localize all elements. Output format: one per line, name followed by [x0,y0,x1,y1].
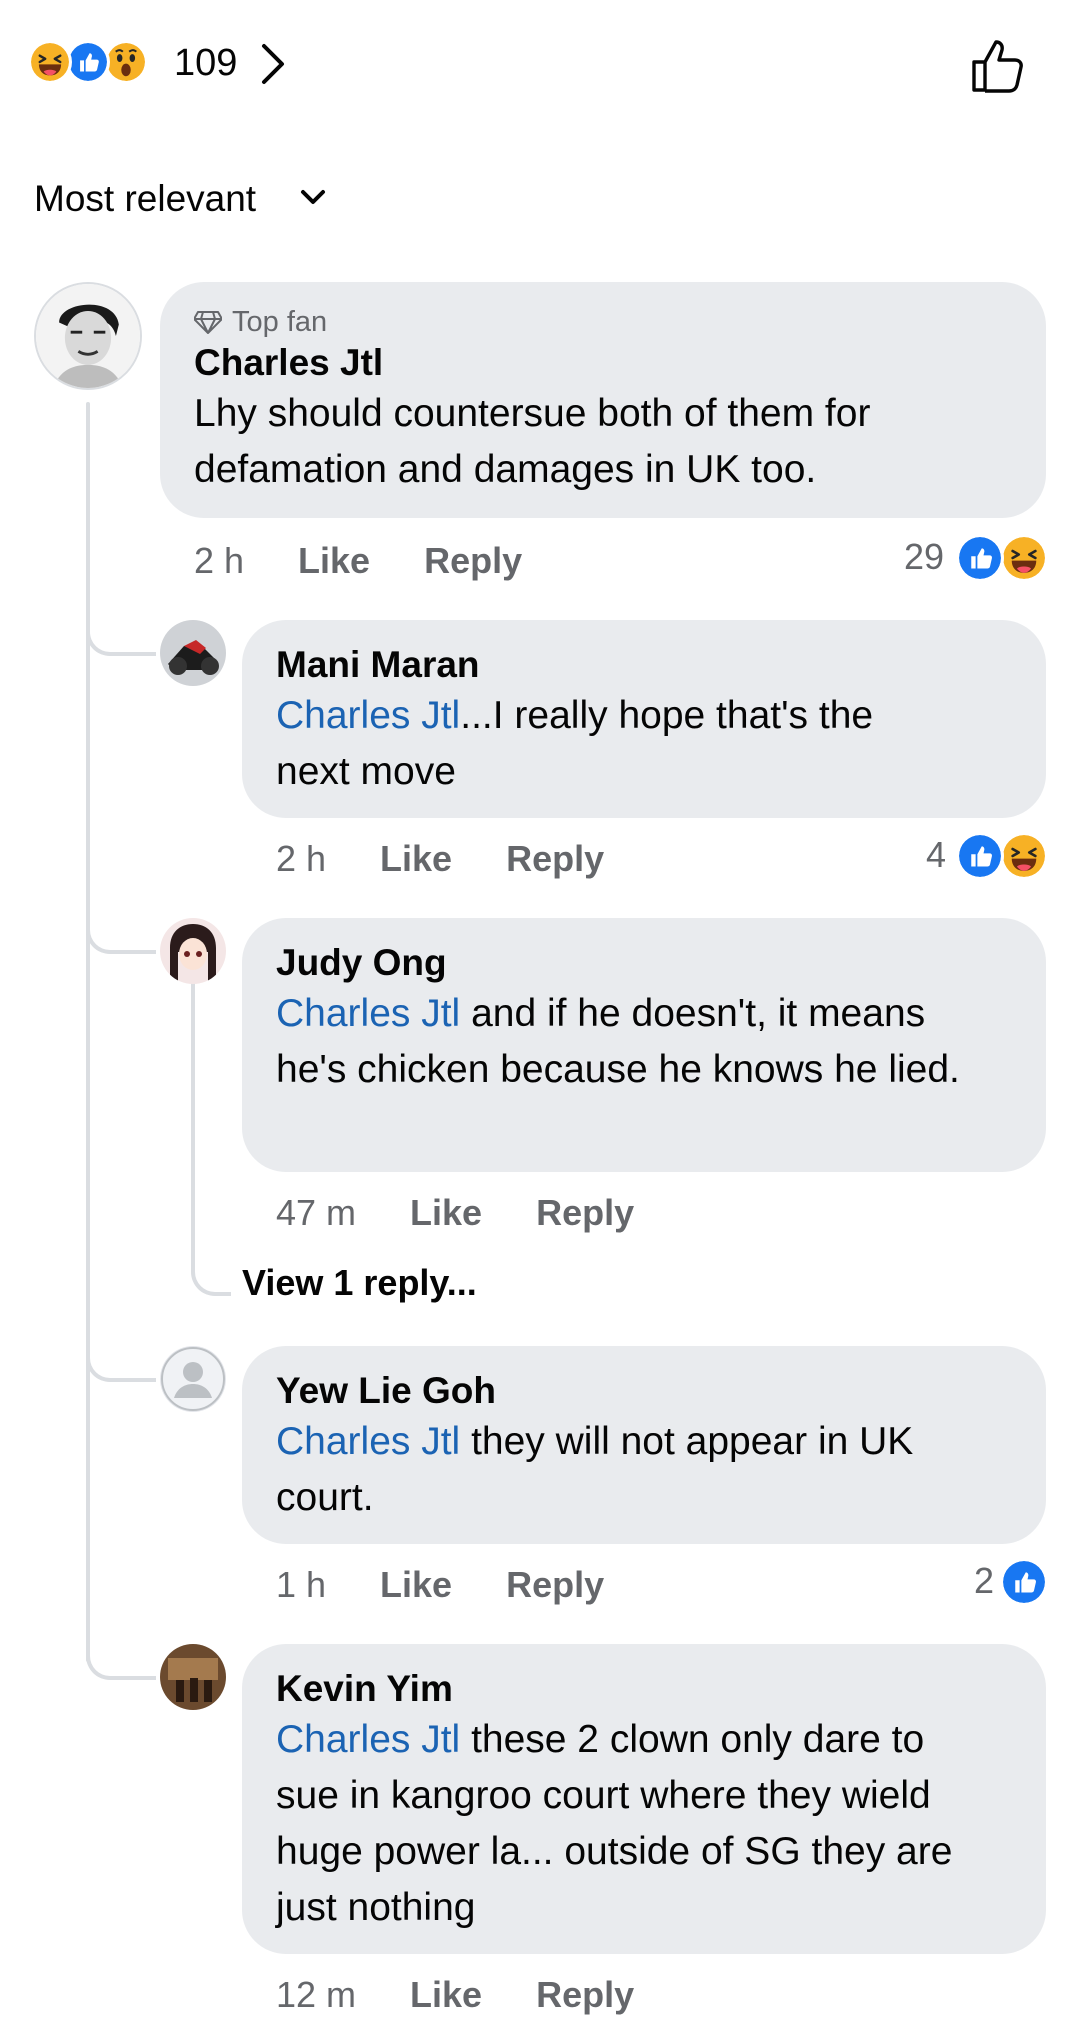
reply-text-line: and if he doesn't, it means [460,992,926,1035]
reply-author[interactable]: Judy Ong [276,940,1012,986]
reply-text-rest: he's chicken because he knows he lied. [276,1048,960,1091]
view-replies-link[interactable]: View 1 reply... [242,1260,477,1306]
nested-thread-connector [191,960,231,1296]
like-button[interactable]: Like [410,1972,482,2018]
chevron-down-icon[interactable] [298,186,328,210]
like-icon [956,832,1004,880]
thread-connector [86,1326,156,1382]
comment-reaction-count[interactable]: 29 [880,534,944,580]
comment-text: Lhy should countersue both of them for d… [194,392,871,491]
mention-link[interactable]: Charles Jtl [276,694,460,737]
haha-icon [1000,534,1048,582]
wow-icon [104,40,148,84]
avatar[interactable] [160,1346,226,1412]
sort-dropdown-label[interactable]: Most relevant [34,176,256,222]
haha-icon [28,40,72,84]
badge-label: Top fan [232,306,328,338]
reply-button[interactable]: Reply [536,1190,634,1236]
reply-time[interactable]: 47 m [276,1190,356,1236]
reply-button[interactable]: Reply [536,1972,634,2018]
reply-actions: 12 m Like Reply [276,1972,634,2018]
reply-bubble[interactable]: Judy Ong Charles Jtl and if he doesn't, … [242,918,1046,1172]
reply-bubble[interactable]: Yew Lie Goh Charles Jtl they will not ap… [242,1346,1046,1544]
like-icon [66,40,110,84]
reply-actions: 2 h Like Reply [276,836,604,882]
thread-connector [86,1624,156,1680]
reply-button[interactable]: Reply [506,836,604,882]
mention-link[interactable]: Charles Jtl [276,1718,460,1761]
reply-text: Charles Jtl...I really hope that's the ne… [276,688,1012,800]
reply-actions: 1 h Like Reply [276,1562,604,1608]
like-button[interactable]: Like [410,1190,482,1236]
reply-actions: 47 m Like Reply [276,1190,634,1236]
reply-text-rest: sue in kangroo court where they wield hu… [276,1774,953,1929]
reply-text-line: these 2 clown only dare to [460,1718,925,1761]
reply-text: Charles Jtl they will not appear in UK co… [276,1414,1012,1526]
thread-connector [86,600,156,656]
haha-icon [1000,832,1048,880]
default-profile-icon [161,1347,225,1411]
reply-author[interactable]: Kevin Yim [276,1666,1012,1712]
reply-text: Charles Jtl these 2 clown only dare to su… [276,1712,1012,1936]
like-post-icon[interactable] [968,36,1028,96]
mention-link[interactable]: Charles Jtl [276,1420,460,1463]
reply-author[interactable]: Yew Lie Goh [276,1368,1012,1414]
reply-reaction-count[interactable]: 2 [946,1558,994,1604]
like-button[interactable]: Like [380,836,452,882]
like-button[interactable]: Like [380,1562,452,1608]
avatar[interactable] [160,1644,226,1710]
reply-reaction-count[interactable]: 4 [900,832,946,878]
reply-time[interactable]: 2 h [276,836,326,882]
reply-text-rest: court. [276,1476,374,1519]
reply-button[interactable]: Reply [424,538,522,584]
comment-actions: 2 h Like Reply [194,538,522,584]
reaction-total-count[interactable]: 109 [174,40,237,86]
avatar[interactable] [34,282,142,390]
comment-bubble[interactable]: Top fan Charles Jtl Lhy should countersu… [160,282,1046,518]
reply-time[interactable]: 1 h [276,1562,326,1608]
top-fan-badge: Top fan [194,304,1012,340]
thread-connector [86,898,156,954]
avatar[interactable] [160,918,226,984]
reply-bubble[interactable]: Kevin Yim Charles Jtl these 2 clown only… [242,1644,1046,1954]
avatar[interactable] [160,620,226,686]
like-button[interactable]: Like [298,538,370,584]
reply-text-line: they will not appear in UK [460,1420,914,1463]
reply-button[interactable]: Reply [506,1562,604,1608]
reply-time[interactable]: 12 m [276,1972,356,2018]
comment-author[interactable]: Charles Jtl [194,340,1012,386]
reply-author[interactable]: Mani Maran [276,642,1012,688]
chevron-right-icon[interactable] [258,42,288,86]
reply-text: Charles Jtl and if he doesn't, it means h… [276,986,1012,1098]
diamond-icon [194,311,222,334]
thread-line [86,402,90,1662]
reply-bubble[interactable]: Mani Maran Charles Jtl...I really hope t… [242,620,1046,818]
reaction-summary-icons[interactable] [28,40,168,86]
like-icon [1000,1558,1048,1606]
like-icon [956,534,1004,582]
mention-link[interactable]: Charles Jtl [276,992,460,1035]
comment-time[interactable]: 2 h [194,538,244,584]
reply-text-line: ...I really hope that's the [460,694,874,737]
reply-text-rest: next move [276,750,456,793]
